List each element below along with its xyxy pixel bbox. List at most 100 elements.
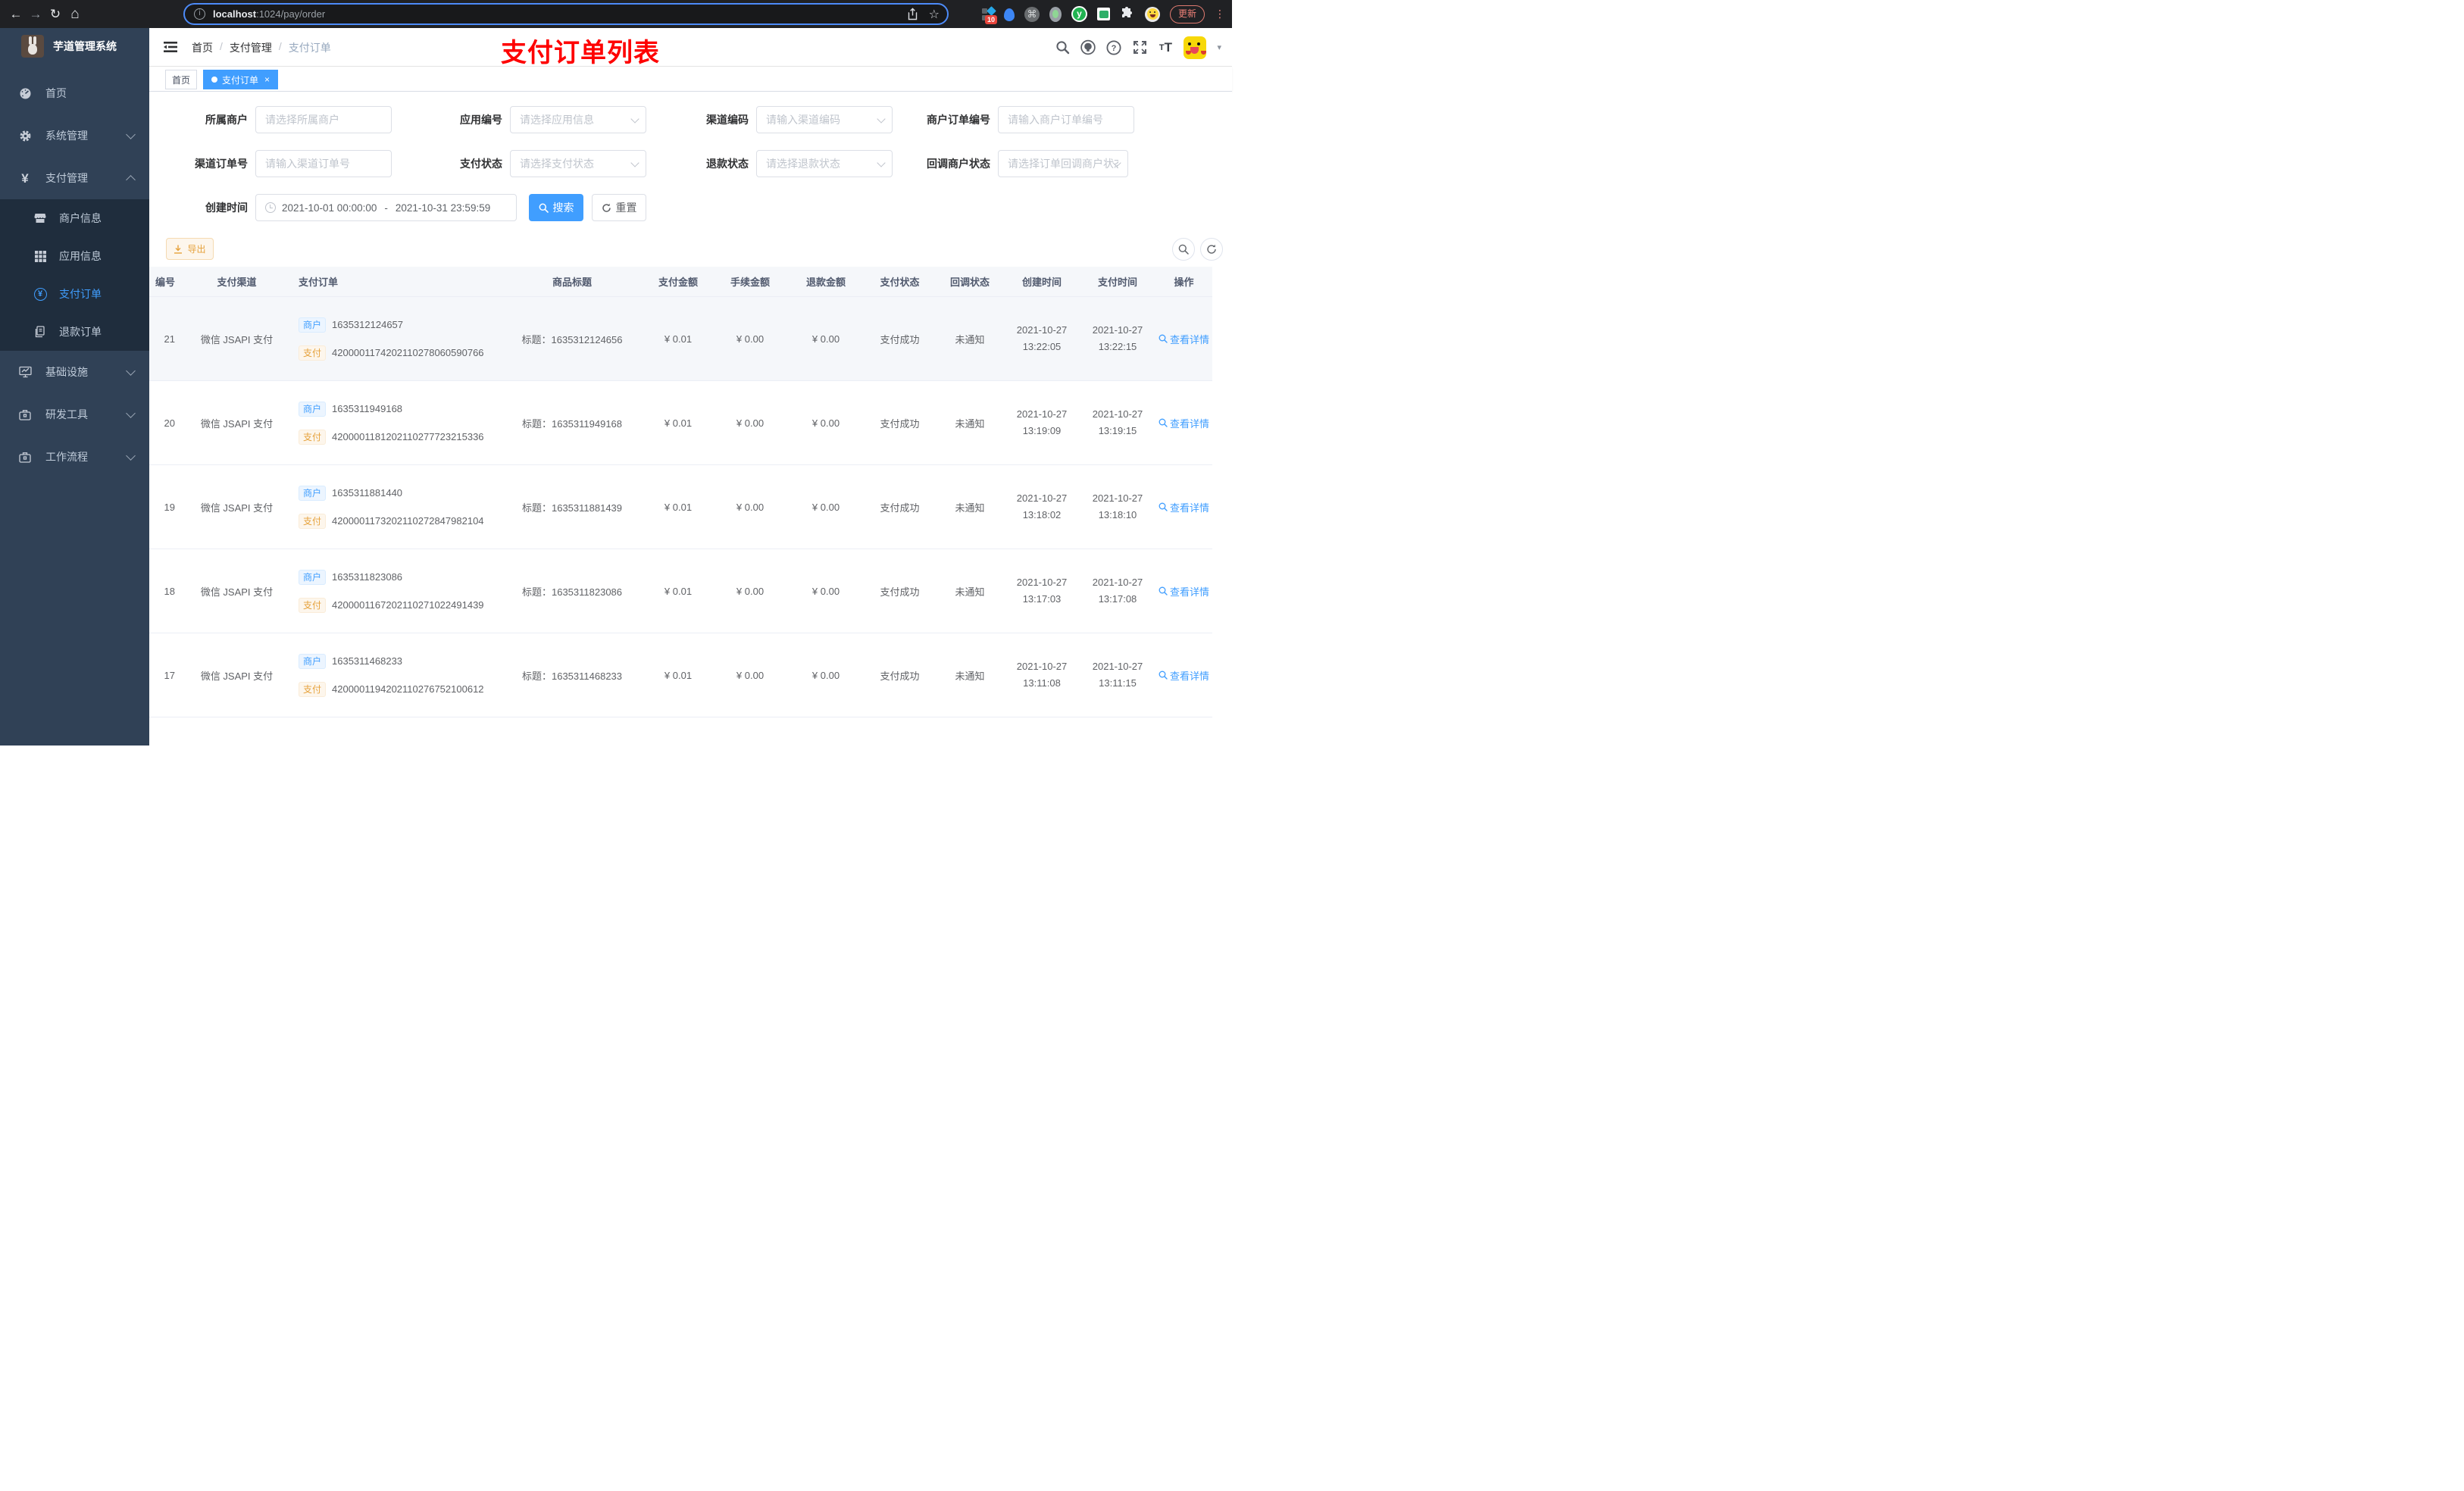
chevron-down-icon <box>126 129 136 139</box>
table-row: 17 微信 JSAPI 支付 商户 1635311468233 支付 4200001… <box>149 633 1212 717</box>
bookmark-star-icon[interactable]: ☆ <box>929 7 940 22</box>
filter-label: 渠道编码 <box>706 114 749 126</box>
search-toggle-button[interactable] <box>1172 238 1195 261</box>
sidebar-item-system[interactable]: 系统管理 <box>0 114 149 157</box>
app-id-filter-select[interactable]: 请选择应用信息 <box>510 106 646 133</box>
merchant-tag: 商户 <box>299 569 327 585</box>
tags-view-bar: 首页 支付订单 × <box>149 67 1232 92</box>
view-detail-link[interactable]: 查看详情 <box>1159 584 1209 599</box>
caret-down-icon[interactable]: ▾ <box>1217 42 1221 52</box>
chat-extension-icon[interactable] <box>1097 8 1110 20</box>
breadcrumb-pay[interactable]: 支付管理 <box>230 40 272 55</box>
sidebar-item-pay[interactable]: ¥ 支付管理 <box>0 157 149 199</box>
merchant-filter-input[interactable]: 请选择所属商户 <box>255 106 392 133</box>
back-icon[interactable]: ← <box>6 7 26 22</box>
filter-label: 商户订单编号 <box>927 114 990 126</box>
browser-menu-icon[interactable]: ⋮ <box>1215 8 1225 20</box>
address-bar[interactable]: i localhost:1024/pay/order ☆ <box>183 3 949 25</box>
table-row: 18 微信 JSAPI 支付 商户 1635311823086 支付 4200001… <box>149 549 1212 633</box>
info-icon[interactable]: i <box>194 8 205 20</box>
fullscreen-icon[interactable] <box>1132 40 1147 55</box>
search-icon[interactable] <box>1055 40 1070 55</box>
chevron-down-icon <box>126 450 136 461</box>
header-actions: ? TT ▾ <box>1055 28 1221 67</box>
sidebar-item-infra[interactable]: 基础设施 <box>0 351 149 393</box>
forward-icon[interactable]: → <box>26 7 45 22</box>
filter-label: 所属商户 <box>205 114 248 126</box>
channel-code-filter-select[interactable]: 请输入渠道编码 <box>756 106 893 133</box>
app-root: ← → ↻ ⌂ i localhost:1024/pay/order ☆ 10 … <box>0 0 1232 746</box>
grid-icon <box>33 250 47 262</box>
table-header-row: 编号 支付渠道 支付订单 商品标题 支付金额 手续金额 退款金额 支付状态 回调… <box>149 267 1212 297</box>
clock-icon <box>265 202 276 213</box>
app-header: 首页 / 支付管理 / 支付订单 支付订单列表 ? T T ▾ <box>149 28 1232 67</box>
url-text: localhost:1024/pay/order <box>213 8 326 20</box>
export-button[interactable]: 导出 <box>166 238 214 260</box>
create-time-range-picker[interactable]: 2021-10-01 00:00:00 - 2021-10-31 23:59:5… <box>255 194 517 221</box>
page-annotation: 支付订单列表 <box>501 39 660 67</box>
sidebar-item-pay-order[interactable]: ¥ 支付订单 <box>0 275 149 313</box>
tiles-extension-icon[interactable]: 10 <box>982 5 998 24</box>
merchant-order-no-filter-input[interactable]: 请输入商户订单编号 <box>998 106 1134 133</box>
pay-submenu: 商户信息 应用信息 ¥ 支付订单 退款订单 <box>0 199 149 351</box>
tab-home[interactable]: 首页 <box>165 70 198 89</box>
sidebar-item-devtools[interactable]: 研发工具 <box>0 393 149 436</box>
active-dot-icon <box>211 77 217 83</box>
sidebar: 芋道管理系统 首页 系统管理 ¥ 支付管理 商户信息 应用信息 ¥ 支付订单 退… <box>0 28 149 746</box>
search-button[interactable]: 搜索 <box>529 194 583 221</box>
sidebar-item-app-info[interactable]: 应用信息 <box>0 237 149 275</box>
view-detail-link[interactable]: 查看详情 <box>1159 332 1209 346</box>
view-detail-link[interactable]: 查看详情 <box>1159 500 1209 514</box>
close-icon[interactable]: × <box>264 74 270 85</box>
y-extension-icon[interactable]: y <box>1071 6 1087 22</box>
sidebar-item-home[interactable]: 首页 <box>0 72 149 114</box>
filter-label: 退款状态 <box>706 158 749 170</box>
emoji-extension-icon[interactable] <box>1145 6 1160 22</box>
sidebar-item-workflow[interactable]: 工作流程 <box>0 436 149 478</box>
font-size-icon[interactable]: TT <box>1158 40 1173 55</box>
sidebar-logo[interactable]: 芋道管理系统 <box>0 28 149 64</box>
yen-circle-icon: ¥ <box>33 287 47 301</box>
payment-tag: 支付 <box>299 597 327 613</box>
command-extension-icon[interactable]: ⌘ <box>1024 6 1040 22</box>
channel-order-no-filter-input[interactable]: 请输入渠道订单号 <box>255 150 392 177</box>
merchant-tag: 商户 <box>299 317 327 333</box>
sidebar-item-merchant-info[interactable]: 商户信息 <box>0 199 149 237</box>
orders-table: 编号 支付渠道 支付订单 商品标题 支付金额 手续金额 退款金额 支付状态 回调… <box>149 267 1212 746</box>
sidebar-item-refund-order[interactable]: 退款订单 <box>0 313 149 351</box>
breadcrumb-home[interactable]: 首页 <box>192 40 213 55</box>
merchant-tag: 商户 <box>299 653 327 669</box>
payment-tag: 支付 <box>299 345 327 361</box>
home-icon[interactable]: ⌂ <box>65 6 85 23</box>
tab-pay-order[interactable]: 支付订单 × <box>203 70 279 89</box>
pay-status-filter-select[interactable]: 请选择支付状态 <box>510 150 646 177</box>
reload-icon[interactable]: ↻ <box>45 7 65 22</box>
refund-status-filter-select[interactable]: 请选择退款状态 <box>756 150 893 177</box>
briefcase-icon <box>18 409 32 420</box>
breadcrumb: 首页 / 支付管理 / 支付订单 <box>192 40 331 55</box>
document-icon <box>33 326 47 338</box>
chevron-up-icon <box>126 174 136 185</box>
extensions-puzzle-icon[interactable] <box>1120 6 1135 22</box>
balloon-extension-icon[interactable] <box>1004 8 1015 21</box>
view-detail-link[interactable]: 查看详情 <box>1159 668 1209 683</box>
filter-label: 应用编号 <box>460 114 502 126</box>
update-button[interactable]: 更新 <box>1170 5 1205 23</box>
github-icon[interactable] <box>1080 39 1096 55</box>
hamburger-icon[interactable] <box>163 39 178 55</box>
merchant-tag: 商户 <box>299 401 327 417</box>
sidebar-item-label: 支付管理 <box>45 172 88 184</box>
main-area: 首页 / 支付管理 / 支付订单 支付订单列表 ? T T ▾ 首页 支付订单 … <box>149 28 1232 746</box>
view-detail-link[interactable]: 查看详情 <box>1159 416 1209 430</box>
refresh-button[interactable] <box>1200 238 1223 261</box>
help-icon[interactable]: ? <box>1106 39 1121 55</box>
reset-button[interactable]: 重置 <box>592 194 646 221</box>
avatar[interactable] <box>1184 36 1207 59</box>
share-icon[interactable] <box>907 8 918 20</box>
status-extension-icon[interactable] <box>1049 6 1062 22</box>
chevron-down-icon <box>126 408 136 418</box>
notify-status-filter-select[interactable]: 请选择订单回调商户状态 <box>998 150 1128 177</box>
filter-label: 回调商户状态 <box>927 158 990 170</box>
app-title: 芋道管理系统 <box>53 40 117 52</box>
shop-icon <box>33 212 47 224</box>
